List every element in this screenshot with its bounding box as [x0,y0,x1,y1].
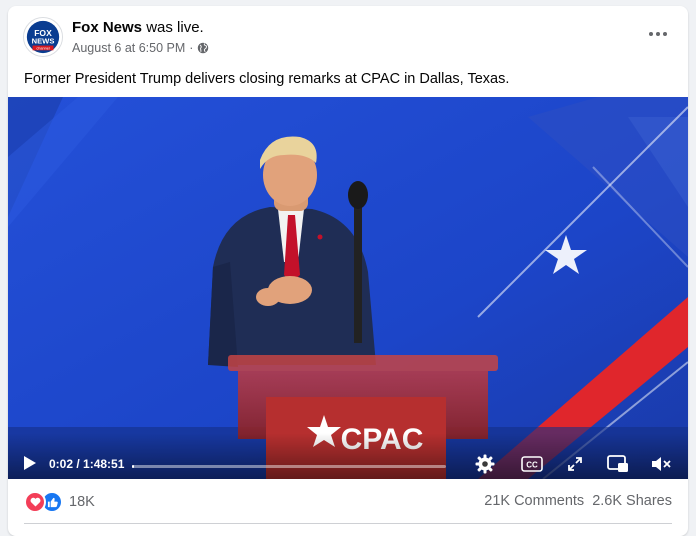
love-icon [24,491,46,513]
fullscreen-icon [568,457,582,471]
fullscreen-button[interactable] [565,454,585,474]
reaction-count: 18K [69,494,95,510]
progress-bar[interactable] [132,465,446,468]
settings-button[interactable] [474,453,496,475]
progress-fill [132,465,134,468]
logo-text-news: NEWS [32,37,55,46]
video-frame: CPAC [8,97,688,479]
post-card: FOX NEWS channel Fox News was live. Augu… [8,6,688,536]
engagement-stats: 21K Comments 2.6K Shares [484,493,672,509]
page-name-link[interactable]: Fox News [72,19,142,36]
reactions-summary[interactable]: 18K [24,491,95,513]
live-status-text: was live. [146,19,204,36]
picture-in-picture-icon [607,455,628,472]
comments-count-link[interactable]: 21K Comments [484,493,584,509]
avatar[interactable]: FOX NEWS channel [23,17,63,57]
captions-icon: CC [521,456,543,472]
play-icon [24,456,36,470]
logo-text-channel: channel [36,46,49,50]
post-timestamp[interactable]: August 6 at 6:50 PM [72,40,185,56]
more-options-button[interactable] [644,24,672,44]
play-button[interactable] [20,453,40,473]
mute-button[interactable] [649,453,673,475]
video-controls: 0:02 / 1:48:51 CC [8,433,688,479]
post-author-line: Fox News was live. [72,19,204,37]
captions-label: CC [526,461,538,470]
mute-icon [652,457,671,471]
more-icon [649,32,667,36]
post-meta: August 6 at 6:50 PM · [72,40,209,56]
globe-icon[interactable] [197,42,209,54]
meta-separator: · [189,41,194,55]
video-player[interactable]: CPAC 0:02 / 1:48:51 [8,97,688,479]
fox-news-logo: FOX NEWS channel [24,18,62,56]
post-header: FOX NEWS channel Fox News was live. Augu… [8,6,688,64]
settings-icon [475,454,495,474]
time-display: 0:02 / 1:48:51 [49,457,125,471]
captions-button[interactable]: CC [520,454,544,474]
post-footer: 18K 21K Comments 2.6K Shares [8,479,688,536]
picture-in-picture-button[interactable] [606,453,630,475]
shares-count-link[interactable]: 2.6K Shares [592,493,672,509]
post-caption: Former President Trump delivers closing … [24,71,510,87]
